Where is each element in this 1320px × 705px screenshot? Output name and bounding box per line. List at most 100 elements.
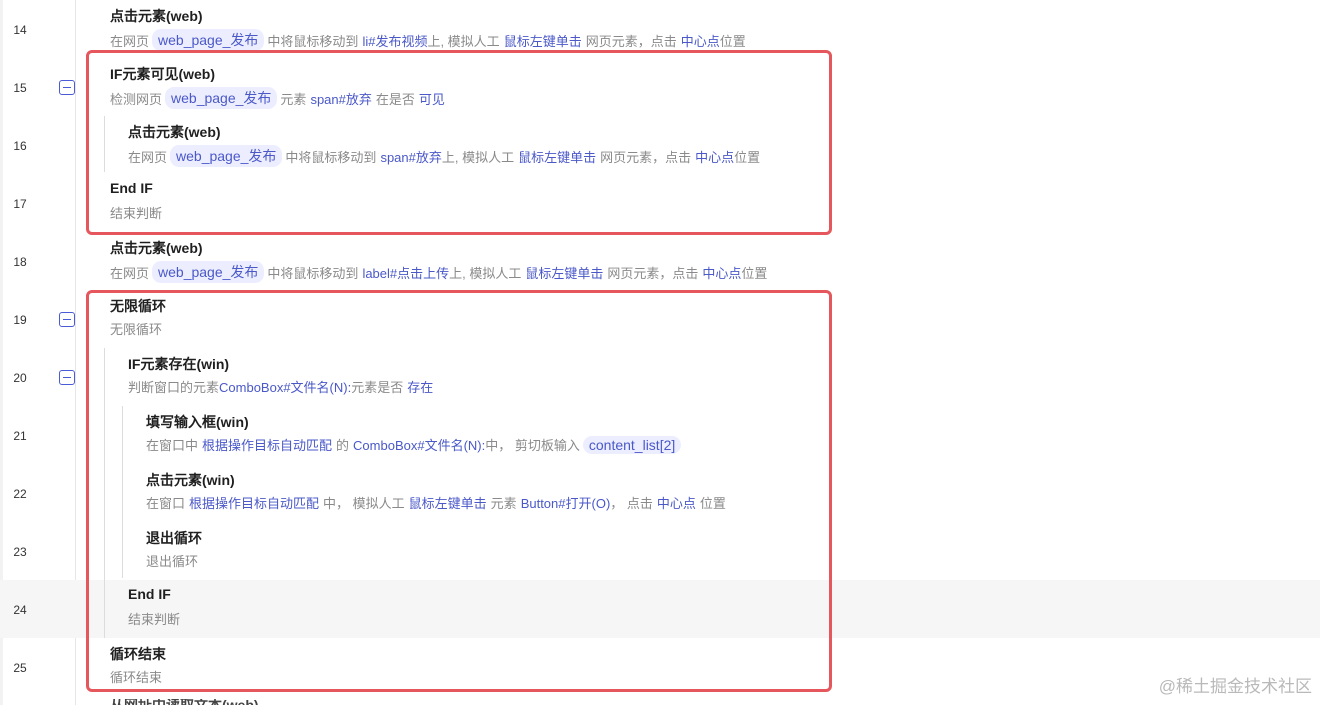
desc-text: 网页元素，点击 [607,265,699,281]
param-link[interactable]: 可见 [419,89,445,108]
desc-text: 中将鼠标移动到 [285,149,377,165]
step-description: 判断窗口的元素 ComboBox#文件名(N): 元素是否 存在 [128,377,433,396]
step-description: 检测网页 web_page_发布 元素 span#放弃 在是否 可见 [110,87,445,109]
desc-text: 结束判断 [110,206,163,221]
step-title: 退出循环 [146,530,202,546]
step-title: 无限循环 [110,298,166,314]
param-link[interactable]: 鼠标左键单击 [525,263,603,282]
desc-text: 检测网页 [110,91,163,107]
desc-text: 在网页 [110,265,150,281]
step-title: 点击元素(web) [110,8,203,24]
step-row[interactable]: 16 点击元素(web) 在网页 web_page_发布 中将鼠标移动到 span#放弃上… [0,116,1320,174]
line-number: 21 [13,429,27,443]
desc-text: 在是否 [375,91,415,107]
line-number: 14 [13,23,27,37]
param-link[interactable]: 根据操作目标自动匹配 [202,435,332,454]
line-number: 18 [13,255,27,269]
step-title: End IF [128,586,171,602]
if-block-indent-guide [104,116,105,172]
step-title: 循环结束 [110,646,166,662]
desc-text: 的 [336,438,350,453]
desc-text: 判断窗口的元素 [128,380,220,395]
collapse-block-icon[interactable] [59,370,75,385]
param-link[interactable]: ComboBox#文件名(N): [353,435,485,454]
param-link[interactable]: 中心点 [681,31,720,50]
line-number: 17 [13,197,27,211]
param-link[interactable]: 存在 [407,377,433,396]
step-title: 点击元素(win) [146,472,235,488]
desc-text: 元素 [280,91,307,107]
desc-text: 位置 [699,496,726,511]
param-link[interactable]: Button#打开(O) [521,493,611,512]
step-title: End IF [110,180,153,196]
param-link[interactable]: label#点击上传 [362,263,449,282]
desc-text: 位置 [734,149,761,165]
desc-text: 退出循环 [146,554,199,569]
step-title: 点击元素(web) [128,124,221,140]
loop-block-indent-guide [104,348,105,638]
step-row[interactable]: 24 End IF 结束判断 [0,580,1320,638]
line-number: 20 [13,371,27,385]
param-link[interactable]: 鼠标左键单击 [504,31,582,50]
step-description: 退出循环 [146,551,198,570]
variable-chip[interactable]: web_page_发布 [152,261,265,283]
flow-editor: 14 点击元素(web) 在网页 web_page_发布 中将鼠标移动到 li#发布视频上… [0,0,1320,705]
param-link[interactable]: 鼠标左键单击 [409,493,487,512]
desc-text: 在窗口 [146,496,186,511]
desc-text: 在网页 [110,33,150,49]
param-link[interactable]: 中心点 [702,263,741,282]
desc-text: 在网页 [128,149,168,165]
step-title: 点击元素(web) [110,240,203,256]
inner-if-indent-guide [122,406,123,578]
desc-text: 元素 [490,496,517,511]
desc-text: 循环结束 [110,670,163,685]
step-description: 结束判断 [110,203,162,222]
collapse-block-icon[interactable] [59,312,75,327]
watermark: @稀土掘金技术社区 [1158,677,1312,696]
desc-text: 中， 剪切板输入 [485,438,580,453]
step-row[interactable]: 19 无限循环 无限循环 [0,290,1320,348]
param-link[interactable]: span#放弃 [380,147,441,166]
step-row[interactable]: 25 循环结束 循环结束 [0,638,1320,696]
variable-chip[interactable]: web_page_发布 [152,29,265,51]
step-row[interactable]: 15 IF元素可见(web) 检测网页 web_page_发布 元素 span#放弃 在是否… [0,58,1320,116]
step-row[interactable]: 21 填写输入框(win) 在窗口中 根据操作目标自动匹配的 ComboBox#文件名(… [0,406,1320,464]
step-row[interactable]: 20 IF元素存在(win) 判断窗口的元素 ComboBox#文件名(N): 元素是否… [0,348,1320,406]
step-title: IF元素存在(win) [128,356,230,372]
desc-text: 上, 模拟人工 [427,33,500,49]
desc-text: 无限循环 [110,322,163,337]
step-row[interactable]: 18 点击元素(web) 在网页 web_page_发布 中将鼠标移动到 label#点击… [0,232,1320,290]
step-title: IF元素可见(web) [110,66,215,82]
param-link[interactable]: 鼠标左键单击 [518,147,596,166]
desc-text: ， 点击 [610,496,653,511]
line-number: 15 [13,81,27,95]
param-link[interactable]: 中心点 [657,493,696,512]
collapse-block-icon[interactable] [59,80,75,95]
step-row[interactable]: 17 End IF 结束判断 [0,174,1320,232]
variable-chip[interactable]: content_list[2] [582,435,682,454]
param-link[interactable]: span#放弃 [310,89,371,108]
line-number: 16 [13,139,27,153]
line-number: 22 [13,487,27,501]
param-link[interactable]: 中心点 [695,147,734,166]
line-number: 23 [13,545,27,559]
desc-text: 中， 模拟人工 [323,496,405,511]
desc-text: 元素是否 [351,380,404,395]
step-description: 在网页 web_page_发布 中将鼠标移动到 label#点击上传 上, 模拟人工 鼠标… [110,261,767,283]
desc-text: 位置 [741,265,768,281]
line-number: 24 [13,603,27,617]
desc-text: 结束判断 [128,612,181,627]
step-row[interactable]: 22 点击元素(win) 在窗口 根据操作目标自动匹配 中， 模拟人工 鼠标左键单击 元素 B… [0,464,1320,522]
step-row[interactable]: 23 退出循环 退出循环 [0,522,1320,580]
desc-text: 中将鼠标移动到 [267,33,359,49]
param-link[interactable]: 根据操作目标自动匹配 [189,493,319,512]
step-row[interactable]: 14 点击元素(web) 在网页 web_page_发布 中将鼠标移动到 li#发布视频上… [0,0,1320,58]
desc-text: 中将鼠标移动到 [267,265,359,281]
param-link[interactable]: ComboBox#文件名(N): [219,377,351,396]
variable-chip[interactable]: web_page_发布 [170,145,283,167]
step-description: 在窗口中 根据操作目标自动匹配的 ComboBox#文件名(N): 中， 剪切板输入 c… [146,435,684,454]
step-description: 循环结束 [110,667,162,686]
variable-chip[interactable]: web_page_发布 [165,87,278,109]
param-link[interactable]: li#发布视频 [362,31,427,50]
desc-text: 网页元素，点击 [600,149,692,165]
